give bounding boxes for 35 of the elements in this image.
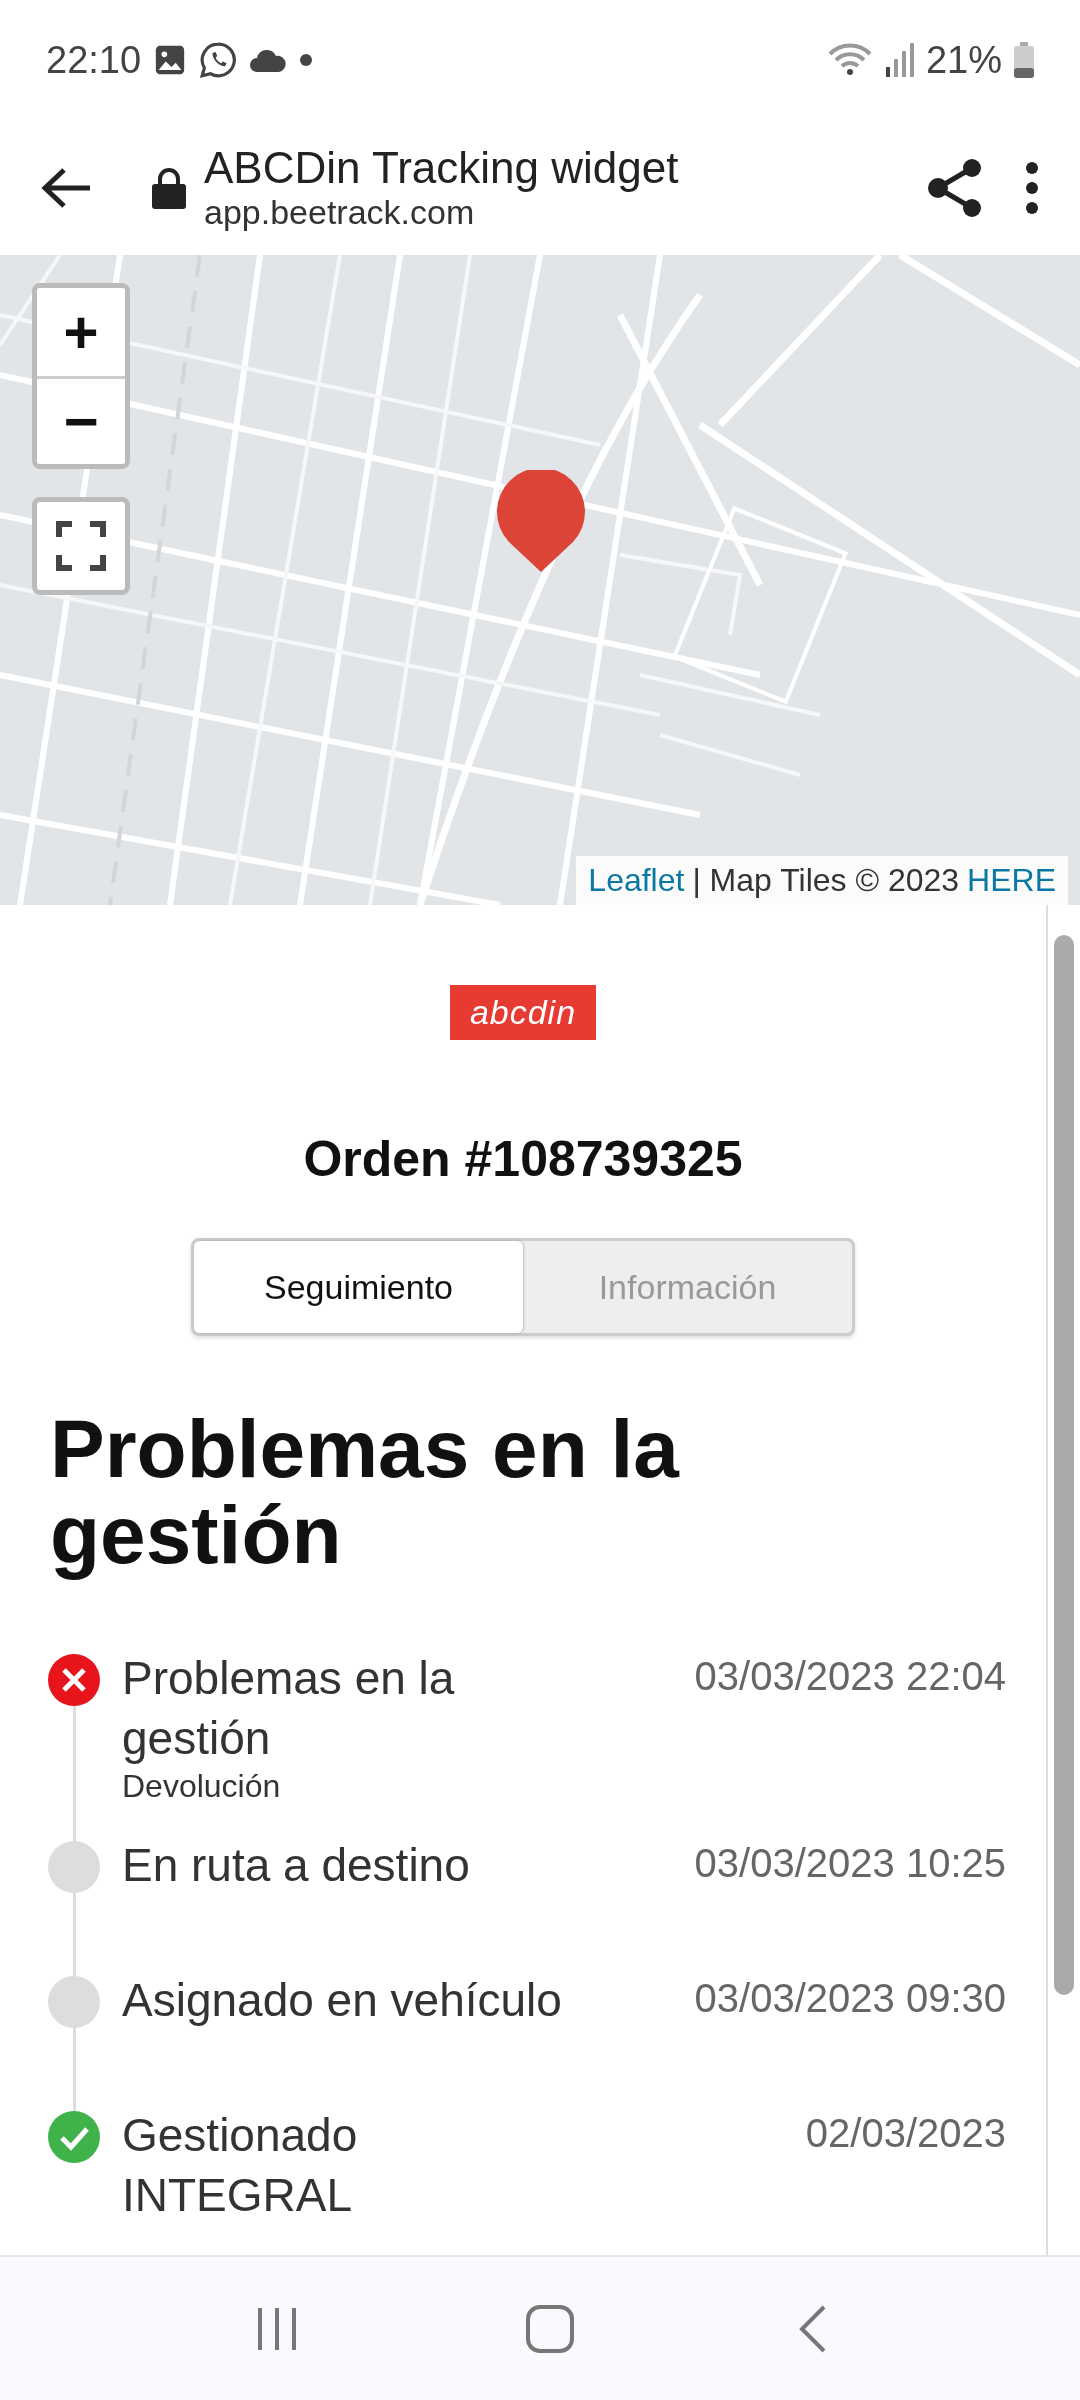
wifi-icon xyxy=(827,42,872,78)
order-title: Orden #108739325 xyxy=(303,1130,743,1188)
chat-bubble-icon xyxy=(199,41,238,79)
more-icon xyxy=(1024,159,1040,216)
event-subtitle: Devolución xyxy=(122,1768,282,1805)
fullscreen-icon xyxy=(56,521,106,571)
status-heading: Problemas en la gestión xyxy=(50,1406,681,1578)
zoom-out-button[interactable]: − xyxy=(37,376,125,464)
tab[interactable]: Seguimiento xyxy=(194,1241,523,1333)
event-date: 03/03/2023 10:25 xyxy=(693,1840,1007,1887)
event-date: 03/03/2023 22:04 xyxy=(693,1653,1007,1700)
clock: 22:10 xyxy=(46,38,142,82)
page-url: app.beetrack.com xyxy=(204,193,476,232)
map-marker-icon xyxy=(497,470,585,572)
event-title: En ruta a destino xyxy=(122,1838,471,1893)
page-title: ABCDin Tracking widget xyxy=(204,143,679,193)
scrollbar-thumb[interactable] xyxy=(1054,935,1074,1995)
here-link[interactable]: HERE xyxy=(967,862,1056,899)
event-title: Asignado en vehículo xyxy=(122,1973,563,2028)
fullscreen-button[interactable] xyxy=(32,497,130,595)
event-title: Gestionado INTEGRAL xyxy=(122,2108,359,2223)
attribution-text: | Map Tiles © 2023 xyxy=(692,862,960,899)
event-date: 02/03/2023 xyxy=(804,2110,1007,2157)
home-icon xyxy=(525,2303,575,2354)
battery-icon xyxy=(1014,42,1034,78)
share-icon xyxy=(926,156,984,219)
brand-logo: abcdin xyxy=(449,985,597,1040)
back-arrow-icon xyxy=(40,165,92,210)
signal-icon xyxy=(883,43,914,77)
dot-icon xyxy=(299,53,314,67)
leaflet-link[interactable]: Leaflet xyxy=(588,862,685,899)
event-title: Problemas en la gestión xyxy=(122,1651,456,1766)
lock-icon xyxy=(152,166,186,209)
event-date: 03/03/2023 09:30 xyxy=(693,1975,1007,2022)
battery-percent: 21% xyxy=(925,38,1002,82)
